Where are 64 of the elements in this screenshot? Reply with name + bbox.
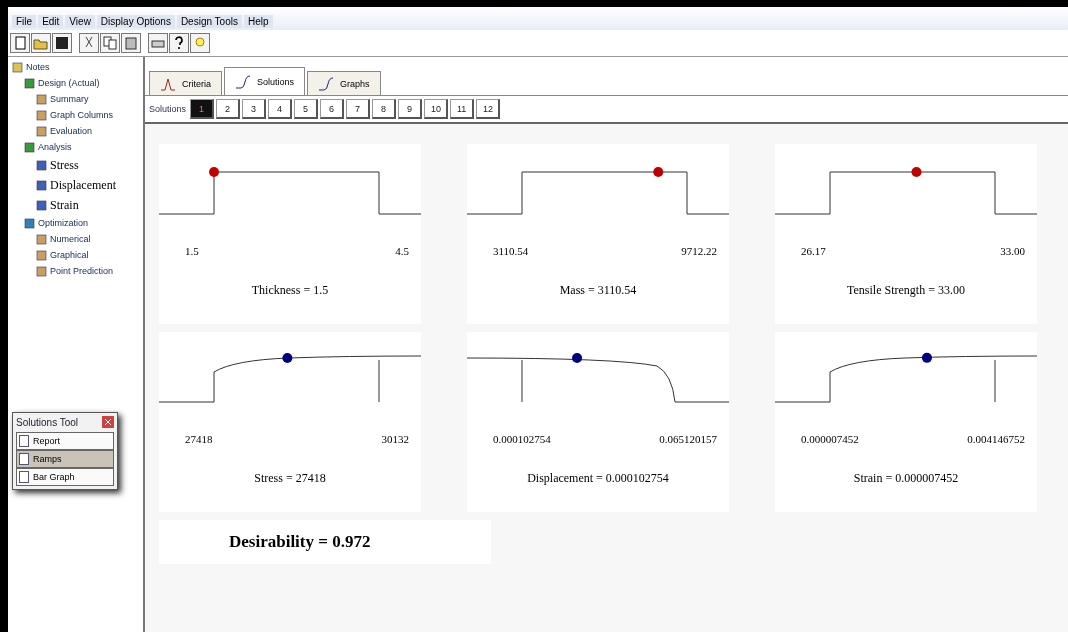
palette-button[interactable]: Report (16, 432, 114, 450)
solution-number-button[interactable]: 6 (320, 99, 345, 119)
tab[interactable]: Graphs (307, 71, 381, 95)
ramp-caption: Displacement = 0.000102754 (526, 471, 670, 486)
menu-item[interactable]: File (12, 15, 37, 28)
tree-item[interactable]: Displacement (8, 175, 143, 195)
tree-item[interactable]: Graphical (8, 247, 143, 263)
low-value: 26.17 (801, 245, 826, 257)
tree-item[interactable]: Numerical (8, 231, 143, 247)
ramp-caption: Tensile Strength = 33.00 (846, 283, 966, 298)
ramp-caption: Thickness = 1.5 (250, 283, 330, 298)
ramp-caption: Mass = 3110.54 (558, 283, 638, 298)
desirability-text: Desirability = 0.972 (159, 520, 491, 564)
ramp-caption: Strain = 0.000007452 (852, 471, 960, 486)
palette-title: Solutions Tool (16, 416, 79, 428)
tree-item[interactable]: Optimization (8, 215, 143, 231)
solution-number-button[interactable]: 2 (216, 99, 241, 119)
solution-number-button[interactable]: 1 (190, 99, 215, 119)
solution-number-button[interactable]: 3 (242, 99, 267, 119)
low-value: 3110.54 (493, 245, 529, 257)
solution-number-button[interactable]: 5 (294, 99, 319, 119)
low-value: 0.000102754 (493, 433, 551, 445)
tab[interactable]: Criteria (149, 71, 222, 95)
low-value: 1.5 (185, 245, 199, 257)
solution-number-button[interactable]: 12 (476, 99, 501, 119)
tree-item[interactable]: Stress (8, 155, 143, 175)
tree-item[interactable]: Strain (8, 195, 143, 215)
solution-number-button[interactable]: 7 (346, 99, 371, 119)
solution-number-button[interactable]: 4 (268, 99, 293, 119)
tree-item[interactable]: Design (Actual) (8, 75, 143, 91)
tree-item[interactable]: Notes (8, 59, 143, 75)
solutions-label: Solutions (149, 104, 187, 114)
tree-item[interactable]: Summary (8, 91, 143, 107)
tab[interactable]: Solutions (224, 67, 306, 95)
tree-item[interactable]: Analysis (8, 139, 143, 155)
high-value: 0.004146752 (967, 433, 1025, 445)
high-value: 9712.22 (681, 245, 717, 257)
high-value: 4.5 (395, 245, 409, 257)
menu-item[interactable]: Edit (38, 15, 64, 28)
palette-button[interactable]: Bar Graph (16, 468, 114, 486)
menu-item[interactable]: Design Tools (176, 15, 242, 28)
tree-item[interactable]: Evaluation (8, 123, 143, 139)
low-value: 27418 (185, 433, 213, 445)
close-icon[interactable] (102, 416, 114, 428)
menu-item[interactable]: View (65, 15, 95, 28)
high-value: 33.00 (1000, 245, 1025, 257)
new-file-icon[interactable] (12, 35, 28, 51)
solution-number-button[interactable]: 8 (372, 99, 397, 119)
palette-button[interactable]: Ramps (16, 450, 114, 468)
curve-icon (235, 74, 251, 89)
low-value: 0.000007452 (801, 433, 859, 445)
solution-number-button[interactable]: 10 (424, 99, 449, 119)
high-value: 0.065120157 (659, 433, 717, 445)
tree-item[interactable]: Point Prediction (8, 263, 143, 279)
high-value: 30132 (381, 433, 409, 445)
menu-item[interactable]: Display Options (96, 15, 175, 28)
curve-icon (160, 76, 176, 91)
tree-item[interactable]: Graph Columns (8, 107, 143, 123)
curve-icon (318, 76, 335, 91)
solution-number-button[interactable]: 9 (398, 99, 423, 119)
ramp-caption: Stress = 27418 (253, 471, 327, 486)
copy-icon[interactable] (102, 35, 118, 51)
menu-item[interactable]: Help (243, 15, 273, 28)
solution-number-button[interactable]: 11 (450, 99, 475, 119)
